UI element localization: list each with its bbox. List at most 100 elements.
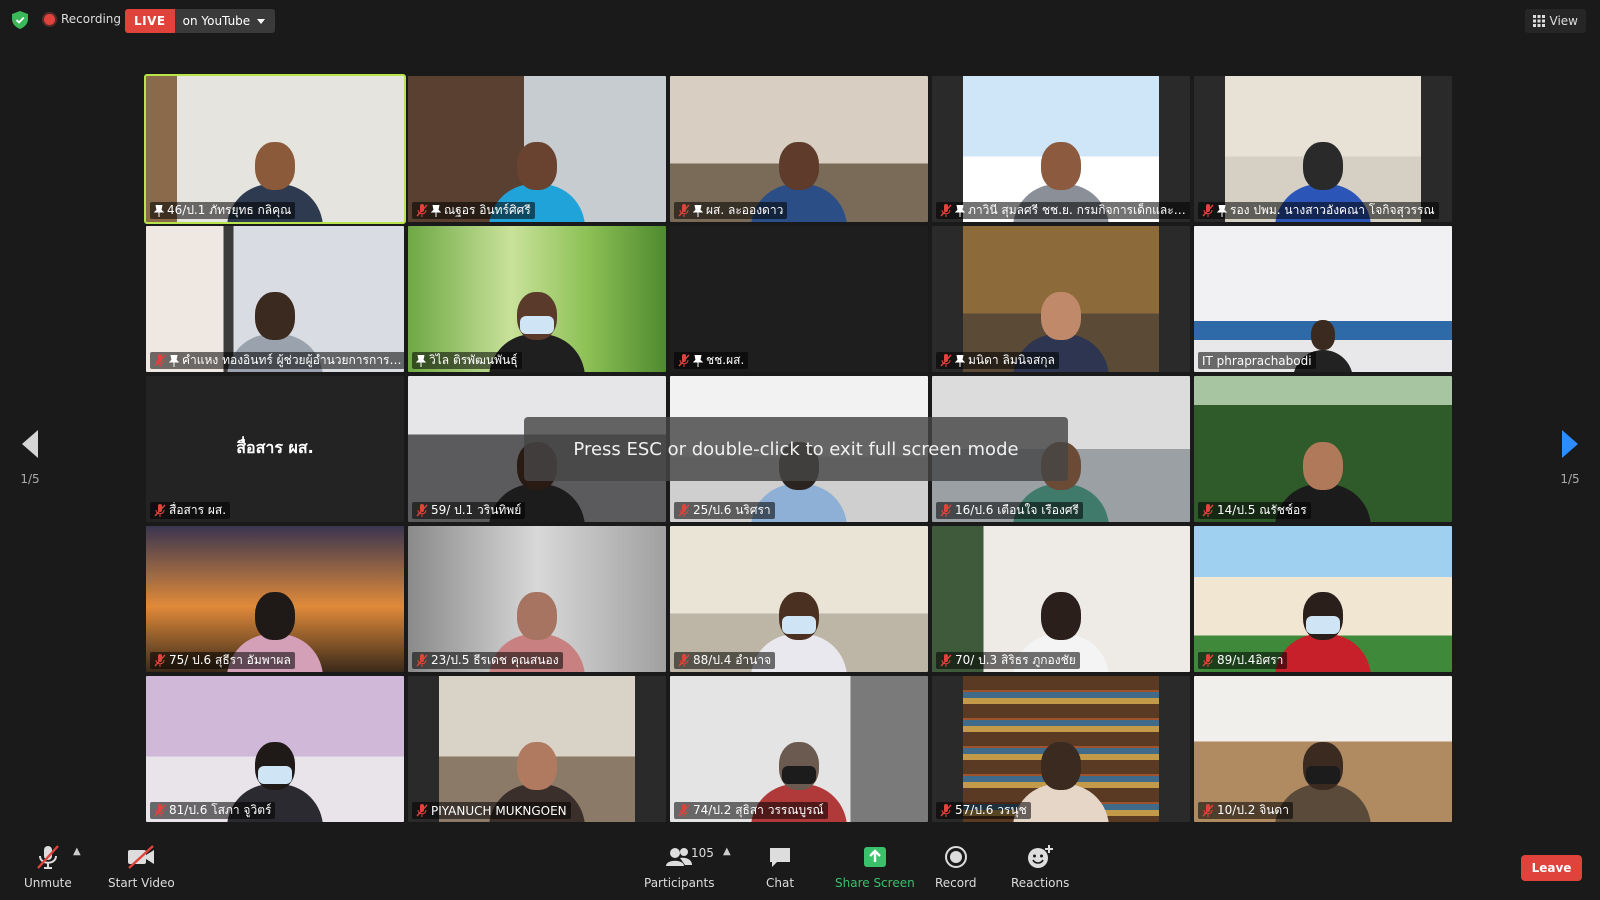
- video-camera-off-icon: [128, 845, 155, 869]
- leave-button[interactable]: Leave: [1521, 855, 1582, 881]
- arrow-right-icon: [1562, 430, 1578, 458]
- top-bar: Recording LIVE on YouTube View: [0, 0, 1600, 44]
- participant-name-label: 70/ ป.3 สิริธร ภูกองชัย: [936, 652, 1080, 669]
- video-tile[interactable]: IT phraprachabodi: [1194, 226, 1452, 372]
- reactions-button[interactable]: Reactions: [1011, 844, 1069, 890]
- share-screen-icon: [863, 847, 886, 867]
- microphone-muted-icon: [37, 845, 59, 869]
- pin-icon: [955, 354, 965, 367]
- video-tile[interactable]: 70/ ป.3 สิริธร ภูกองชัย: [932, 526, 1190, 672]
- video-tile[interactable]: 81/ป.6 โสภา จูวิตร์: [146, 676, 404, 822]
- mic-muted-icon: [940, 204, 952, 217]
- video-tile[interactable]: PIYANUCH MUKNGOEN: [408, 676, 666, 822]
- page-indicator-right: 1/5: [1560, 472, 1580, 486]
- pin-icon: [693, 204, 703, 217]
- view-button[interactable]: View: [1524, 9, 1586, 33]
- participant-name-label: 88/ป.4 อำนาจ: [674, 652, 776, 669]
- participant-name-label: มนิดา ลิมนิจสกุล: [936, 352, 1059, 369]
- audio-options-caret-icon[interactable]: ▲: [73, 846, 81, 857]
- chat-button[interactable]: Chat: [766, 844, 794, 890]
- record-label: Record: [935, 876, 977, 890]
- pin-icon: [169, 354, 179, 367]
- live-target-label: on YouTube: [182, 14, 251, 28]
- participant-name-label: วิไล ติรพัฒนพันธุ์: [412, 352, 522, 369]
- start-video-label: Start Video: [108, 876, 175, 890]
- arrow-left-icon: [22, 430, 38, 458]
- participant-name-label: 10/ป.2 จินดา: [1198, 802, 1293, 819]
- video-tile[interactable]: 74/ป.2 สุธิสา วรรณบูรณ์: [670, 676, 928, 822]
- video-tile[interactable]: ณฐอร อินทร์ศิศรี: [408, 76, 666, 222]
- video-tile[interactable]: ภาวินี สุมลศรี ชช.ย. กรมกิจการเด็กและเย.…: [932, 76, 1190, 222]
- mic-muted-icon: [678, 504, 690, 517]
- mic-muted-icon: [1202, 804, 1214, 817]
- view-label: View: [1549, 14, 1578, 28]
- live-stream-dropdown[interactable]: LIVE on YouTube: [125, 9, 276, 33]
- participant-name-label: สื่อสาร ผส.: [150, 502, 231, 519]
- participant-name-label: 57/ป.6 วรนุช: [936, 802, 1031, 819]
- unmute-button[interactable]: Unmute: [24, 844, 72, 890]
- mic-muted-icon: [1202, 504, 1214, 517]
- mic-muted-icon: [1202, 204, 1214, 217]
- video-tile[interactable]: 46/ป.1 ภัทรยุทธ กลิคุณ: [144, 74, 406, 224]
- pin-icon: [416, 354, 426, 367]
- security-shield-icon[interactable]: [12, 11, 28, 29]
- participant-name-label: ภาวินี สุมลศรี ชช.ย. กรมกิจการเด็กและเย.…: [936, 202, 1190, 219]
- mic-muted-icon: [154, 354, 166, 367]
- pin-icon: [154, 204, 164, 217]
- video-tile[interactable]: สื่อสาร ผส. สื่อสาร ผส.: [146, 376, 404, 522]
- video-tile[interactable]: วิไล ติรพัฒนพันธุ์: [408, 226, 666, 372]
- video-tile[interactable]: 57/ป.6 วรนุช: [932, 676, 1190, 822]
- participant-name-label: คำแหง ทองอินทร์ ผู้ช่วยผู้อำนวยการการเคห…: [150, 352, 404, 369]
- pin-icon: [431, 204, 441, 217]
- participant-name-label: 75/ ป.6 สุธีรา อัมพาผล: [150, 652, 295, 669]
- chat-label: Chat: [766, 876, 795, 890]
- mic-muted-icon: [154, 804, 166, 817]
- video-tile[interactable]: ชช.ผส.: [670, 226, 928, 372]
- mic-muted-icon: [678, 204, 690, 217]
- mic-muted-icon: [940, 654, 952, 667]
- participant-name-label: 81/ป.6 โสภา จูวิตร์: [150, 802, 276, 819]
- video-tile[interactable]: 10/ป.2 จินดา: [1194, 676, 1452, 822]
- mic-muted-icon: [416, 654, 428, 667]
- next-page-button[interactable]: 1/5: [1550, 430, 1590, 486]
- share-screen-button[interactable]: Share Screen: [835, 844, 915, 890]
- participant-name-label: 74/ป.2 สุธิสา วรรณบูรณ์: [674, 802, 828, 819]
- start-video-button[interactable]: Start Video: [108, 844, 175, 890]
- video-tile[interactable]: ผส. ละอองดาว: [670, 76, 928, 222]
- video-tile[interactable]: 14/ป.5 ณรัชช์อร: [1194, 376, 1452, 522]
- participants-label: Participants: [644, 876, 715, 890]
- previous-page-button[interactable]: 1/5: [10, 430, 50, 486]
- mic-muted-icon: [154, 504, 166, 517]
- participant-name-label: ณฐอร อินทร์ศิศรี: [412, 202, 535, 219]
- participants-count: 105: [691, 846, 714, 860]
- video-tile[interactable]: คำแหง ทองอินทร์ ผู้ช่วยผู้อำนวยการการเคห…: [146, 226, 404, 372]
- record-icon: [944, 846, 967, 868]
- reaction-smiley-icon: [1028, 845, 1054, 868]
- participant-name-label: รอง ปพม. นางสาวอังคณา โจกิจสุวรรณ: [1198, 202, 1439, 219]
- participant-name-label: 23/ป.5 ธีรเดช คุณสนอง: [412, 652, 563, 669]
- video-tile[interactable]: 88/ป.4 อำนาจ: [670, 526, 928, 672]
- participant-name-label: 89/ป.4อิศรา: [1198, 652, 1288, 669]
- participant-display-name: สื่อสาร ผส.: [236, 438, 314, 457]
- participant-name-label: 25/ป.6 นริศรา: [674, 502, 775, 519]
- participant-name-label: ผส. ละอองดาว: [674, 202, 788, 219]
- record-button[interactable]: Record: [935, 844, 976, 890]
- video-tile[interactable]: 23/ป.5 ธีรเดช คุณสนอง: [408, 526, 666, 672]
- video-tile[interactable]: มนิดา ลิมนิจสกุล: [932, 226, 1190, 372]
- participant-name-label: ชช.ผส.: [674, 352, 749, 369]
- video-tile[interactable]: รอง ปพม. นางสาวอังคณา โจกิจสุวรรณ: [1194, 76, 1452, 222]
- participant-name-label: 14/ป.5 ณรัชช์อร: [1198, 502, 1311, 519]
- pin-icon: [955, 204, 965, 217]
- recording-indicator[interactable]: Recording: [44, 12, 121, 26]
- participant-name-label: 46/ป.1 ภัทรยุทธ กลิคุณ: [150, 202, 296, 219]
- mic-muted-icon: [940, 804, 952, 817]
- participant-name-label: 16/ป.6 เตือนใจ เรืองศรี: [936, 502, 1083, 519]
- participants-options-caret-icon[interactable]: ▲: [723, 846, 731, 857]
- mic-muted-icon: [1202, 654, 1214, 667]
- mic-muted-icon: [154, 654, 166, 667]
- video-tile[interactable]: 75/ ป.6 สุธีรา อัมพาผล: [146, 526, 404, 672]
- participants-icon: [666, 848, 693, 866]
- exit-fullscreen-notice: Press ESC or double-click to exit full s…: [524, 417, 1068, 481]
- video-tile[interactable]: 89/ป.4อิศรา: [1194, 526, 1452, 672]
- mic-muted-icon: [416, 504, 428, 517]
